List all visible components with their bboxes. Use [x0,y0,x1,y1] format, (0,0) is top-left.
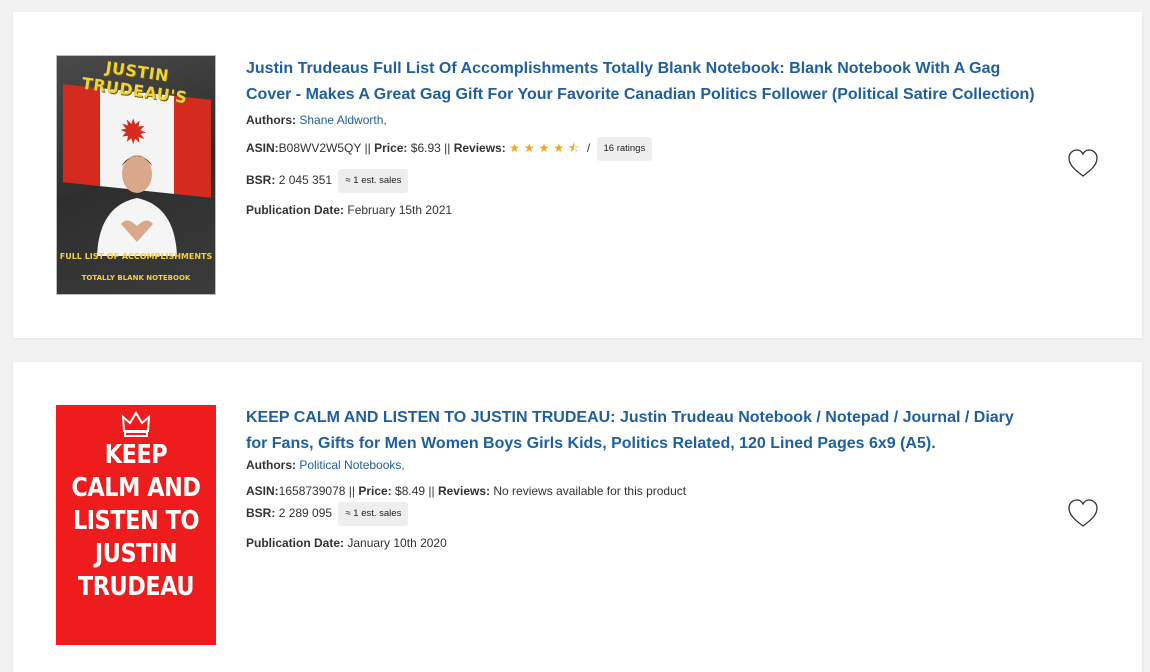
heart-outline-icon[interactable] [1067,498,1099,528]
publication-date: February 15th 2021 [347,203,453,217]
details-row: ASIN:B08WV2W5QY || Price: $6.93 || Revie… [246,137,1036,161]
bsr-label: BSR: [246,173,276,188]
star-rating: ★★★★⯪ [509,141,584,156]
heart-outline-icon[interactable] [1067,148,1099,178]
product-card: KEEP CALM AND LISTEN TO JUSTIN TRUDEAU K… [13,362,1142,672]
price-value: $8.49 [395,484,426,498]
publication-label: Publication Date: [246,203,345,217]
est-sales-badge: ≈ 1 est. sales [338,169,409,193]
separator: || [425,484,438,498]
price-label: Price: [374,141,408,156]
authors-row: Authors: Political Notebooks, [246,456,1036,474]
asin-label: ASIN: [246,141,279,156]
separator: || [361,141,375,156]
authors-label: Authors: [246,113,296,127]
ratings-count-badge: 16 ratings [596,137,653,161]
authors-label: Authors: [246,458,296,472]
authors-row: Authors: Shane Aldworth, [246,111,1036,129]
est-sales-badge: ≈ 1 est. sales [338,502,409,526]
book-cover-image[interactable]: ✹ JUSTIN TRUDEAU'S FULL LIST OF ACCOMPLI… [56,55,216,295]
price-label: Price: [358,484,392,498]
person-illustration [97,155,177,256]
bsr-label: BSR: [246,506,276,521]
publication-date: January 10th 2020 [347,536,447,550]
author-link[interactable]: Shane Aldworth, [299,113,386,127]
product-card: ✹ JUSTIN TRUDEAU'S FULL LIST OF ACCOMPLI… [13,12,1142,338]
bsr-value: 2 045 351 [278,173,333,188]
reviews-text: No reviews available for this product [493,484,687,498]
product-info: Justin Trudeaus Full List Of Accomplishm… [246,56,1036,219]
price-value: $6.93 [410,141,441,156]
publication-label: Publication Date: [246,536,345,550]
cover-subtitle: FULL LIST OF ACCOMPLISHMENTS [59,252,213,261]
bsr-row: BSR: 2 045 351 ≈ 1 est. sales [246,169,1036,193]
separator: || [440,141,454,156]
publication-row: Publication Date: January 10th 2020 [246,534,1036,552]
crown-icon [121,411,151,437]
asin-label: ASIN: [246,484,279,498]
bsr-value: 2 289 095 [278,506,333,521]
asin-value: B08WV2W5QY [278,141,362,156]
reviews-label: Reviews: [453,141,506,156]
cover-subtitle-2: TOTALLY BLANK NOTEBOOK [81,274,191,282]
details-row: ASIN:1658739078 || Price: $8.49 || Revie… [246,482,1036,500]
author-link[interactable]: Political Notebooks, [299,458,404,472]
book-cover-image[interactable]: KEEP CALM AND LISTEN TO JUSTIN TRUDEAU [56,405,216,645]
slash: / [583,141,591,156]
publication-row: Publication Date: February 15th 2021 [246,201,1036,219]
product-info: KEEP CALM AND LISTEN TO JUSTIN TRUDEAU: … [246,405,1036,552]
asin-value: 1658739078 [278,484,346,498]
product-title-link[interactable]: KEEP CALM AND LISTEN TO JUSTIN TRUDEAU: … [246,405,1036,456]
bsr-row: BSR: 2 289 095 ≈ 1 est. sales [246,502,1036,526]
reviews-label: Reviews: [437,484,490,498]
product-title-link[interactable]: Justin Trudeaus Full List Of Accomplishm… [246,56,1036,107]
cover-title: KEEP CALM AND LISTEN TO JUSTIN TRUDEAU [71,440,201,602]
separator: || [345,484,359,498]
